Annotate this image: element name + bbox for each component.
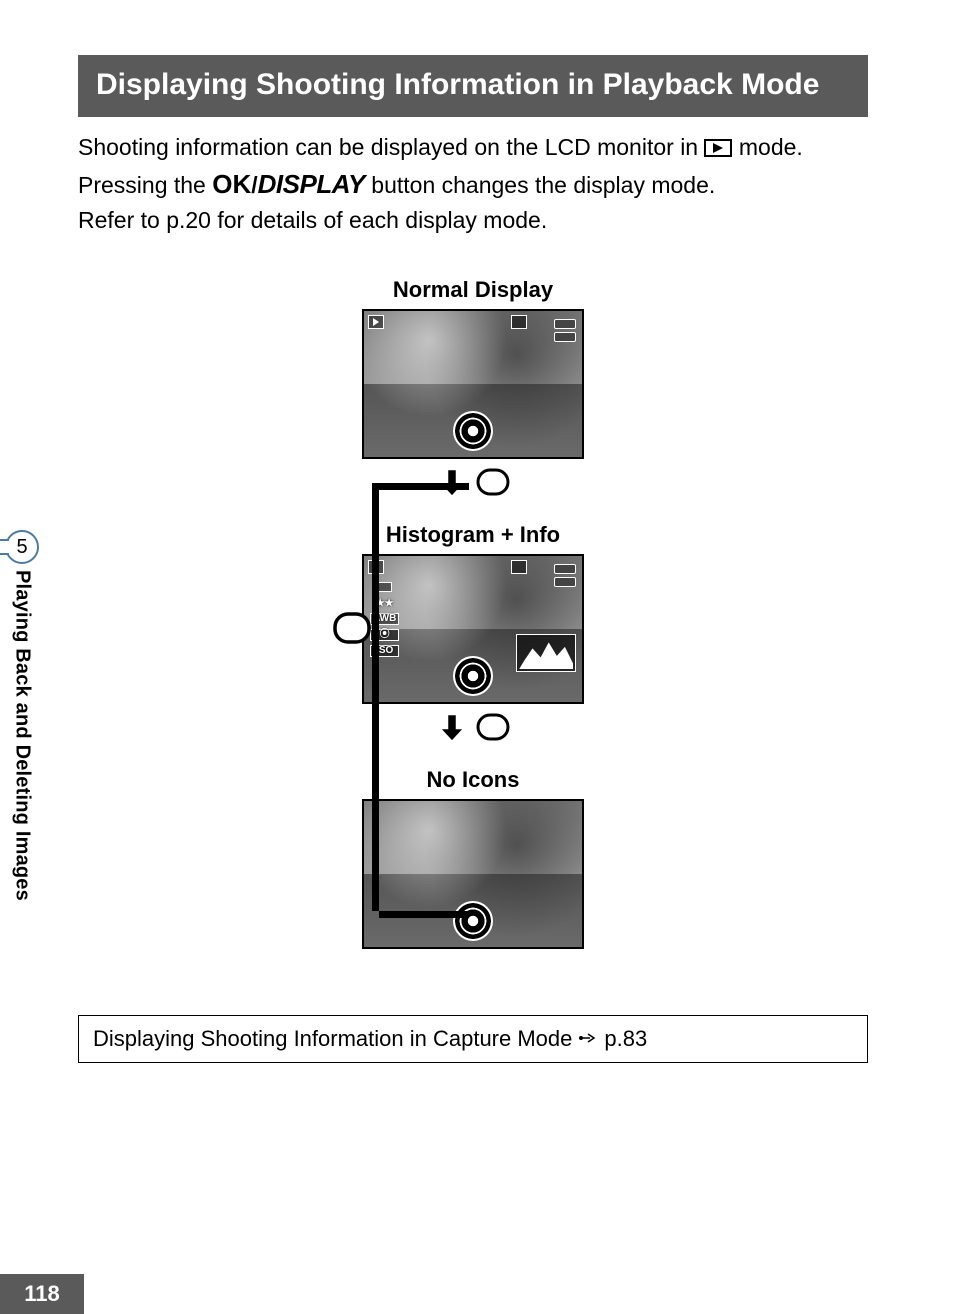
button-icon	[475, 467, 511, 497]
card-icon	[511, 560, 527, 579]
pointer-icon	[578, 1026, 598, 1052]
text: Pressing the	[78, 172, 212, 198]
text: mode.	[732, 134, 802, 160]
text: Refer to p.20 for details of each displa…	[78, 207, 547, 233]
down-arrow-icon	[435, 710, 469, 744]
text: Shooting information can be displayed on…	[78, 134, 704, 160]
dial-overlay-icon	[453, 411, 493, 451]
button-icon	[475, 712, 511, 742]
display-label: DISPLAY	[258, 169, 365, 199]
chapter-number: 5	[5, 530, 39, 564]
playback-icon	[368, 315, 384, 334]
xref-page: p.83	[604, 1026, 647, 1052]
display-mode-diagram: Normal Display Histogram + Info	[78, 277, 868, 977]
text: button changes the display mode.	[365, 172, 715, 198]
card-icon	[511, 315, 527, 334]
normal-display-label: Normal Display	[333, 277, 613, 303]
chapter-tab: 5 Playing Back and Deleting Images	[2, 530, 42, 901]
dial-overlay-icon	[453, 901, 493, 941]
section-heading: Displaying Shooting Information in Playb…	[78, 55, 868, 117]
button-icon	[332, 611, 372, 650]
histogram-icon	[516, 634, 576, 672]
lcd-no-icons	[362, 799, 584, 949]
chapter-title: Playing Back and Deleting Images	[11, 570, 34, 901]
intro-paragraph: Shooting information can be displayed on…	[78, 131, 868, 237]
lcd-normal-display	[362, 309, 584, 459]
cross-reference-box: Displaying Shooting Information in Captu…	[78, 1015, 868, 1063]
status-icons	[554, 319, 576, 345]
flow-connector	[372, 483, 379, 911]
dial-overlay-icon	[453, 656, 493, 696]
status-icons	[554, 564, 576, 590]
playback-mode-icon	[704, 133, 732, 166]
page-number: 118	[0, 1274, 84, 1314]
down-arrow-icon	[435, 465, 469, 499]
lcd-histogram-info: ★★ AWB ⦿ ISO	[362, 554, 584, 704]
xref-text: Displaying Shooting Information in Captu…	[93, 1026, 572, 1052]
ok-label: OK	[212, 169, 251, 199]
